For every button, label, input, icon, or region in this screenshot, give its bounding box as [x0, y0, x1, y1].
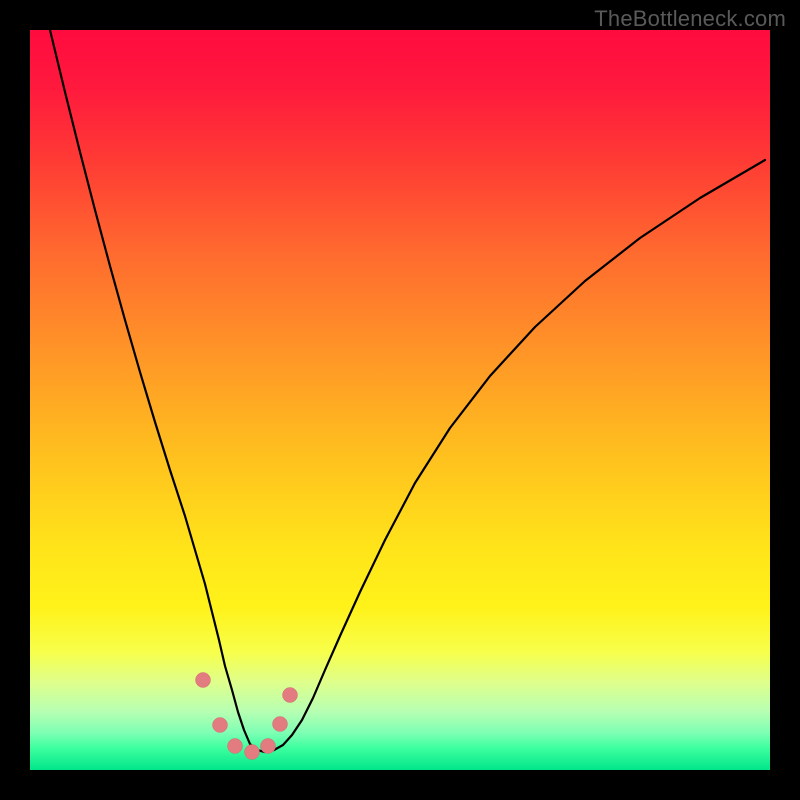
- marker-dot: [213, 718, 228, 733]
- bottleneck-curve: [50, 30, 765, 752]
- watermark-text: TheBottleneck.com: [594, 6, 786, 32]
- marker-dot: [245, 745, 260, 760]
- marker-dot: [196, 673, 211, 688]
- marker-dot: [273, 717, 288, 732]
- marker-dot: [283, 688, 298, 703]
- marker-dot: [228, 739, 243, 754]
- chart-frame: TheBottleneck.com: [0, 0, 800, 800]
- curve-layer: [30, 30, 770, 770]
- plot-area: [30, 30, 770, 770]
- marker-dot: [261, 739, 276, 754]
